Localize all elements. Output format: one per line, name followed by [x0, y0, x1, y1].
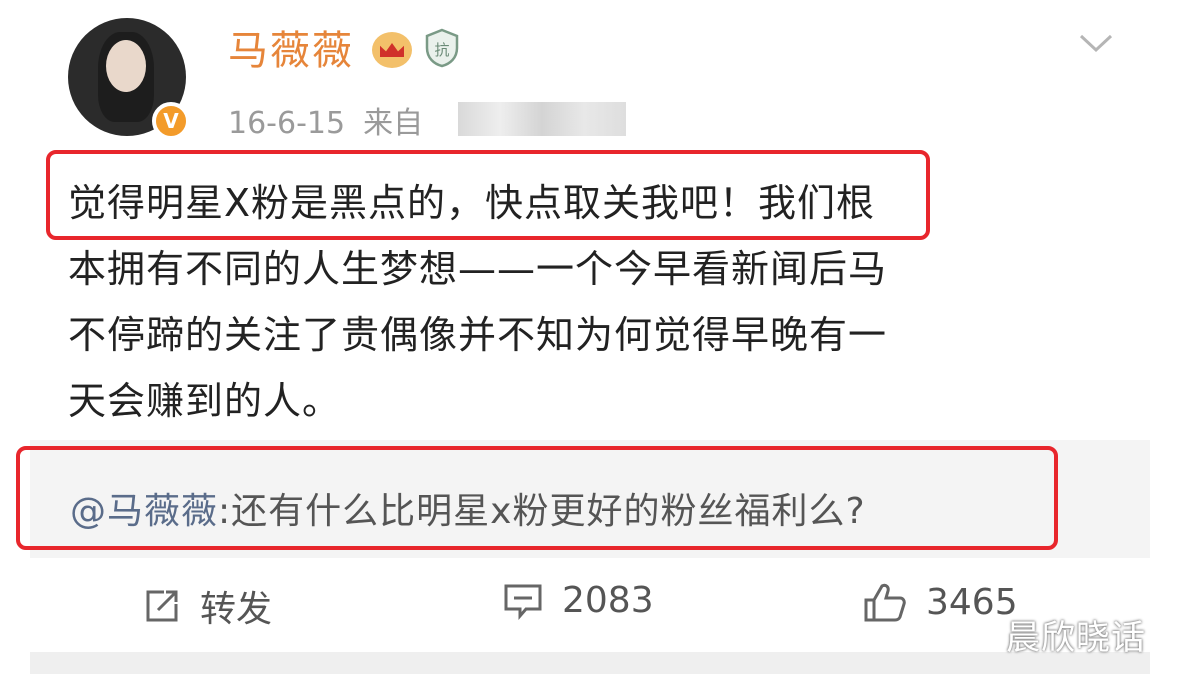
shield-badge-icon: 抗 — [425, 28, 459, 68]
verified-badge: V — [152, 102, 190, 140]
content-line-2: 本拥有不同的人生梦想——一个今早看新闻后马 — [68, 247, 888, 291]
username[interactable]: 马薇薇 — [228, 18, 354, 76]
repost-label: 转发 — [200, 589, 273, 630]
repost-button[interactable]: 转发 — [142, 580, 272, 632]
watermark: 晨欣晓话 — [1006, 618, 1146, 658]
blurred-source-device — [458, 102, 626, 136]
bottom-divider — [30, 652, 1150, 674]
svg-text:抗: 抗 — [434, 41, 449, 59]
like-button[interactable]: 3465 — [862, 580, 1018, 624]
thumbs-up-icon — [864, 583, 906, 622]
content-line-3: 不停蹄的关注了贵偶像并不知为何觉得早晚有一 — [68, 313, 888, 357]
highlight-box-quote — [16, 446, 1058, 550]
post-date: 16-6-15 — [228, 106, 346, 141]
post-source-prefix: 来自 — [363, 106, 424, 141]
action-bar: 转发 2083 3465 — [30, 570, 1150, 650]
post-meta: 16-6-15 来自 — [228, 98, 423, 142]
highlight-box-content — [46, 150, 930, 240]
like-count: 3465 — [926, 581, 1018, 623]
comment-count: 2083 — [562, 580, 654, 621]
comment-icon — [504, 584, 542, 620]
comment-button[interactable]: 2083 — [502, 580, 654, 621]
content-line-4: 天会赚到的人。 — [68, 379, 342, 423]
repost-icon — [146, 590, 178, 622]
avatar-face — [106, 40, 146, 92]
crown-badge-icon — [372, 32, 412, 68]
chevron-down-icon[interactable] — [1078, 32, 1114, 54]
